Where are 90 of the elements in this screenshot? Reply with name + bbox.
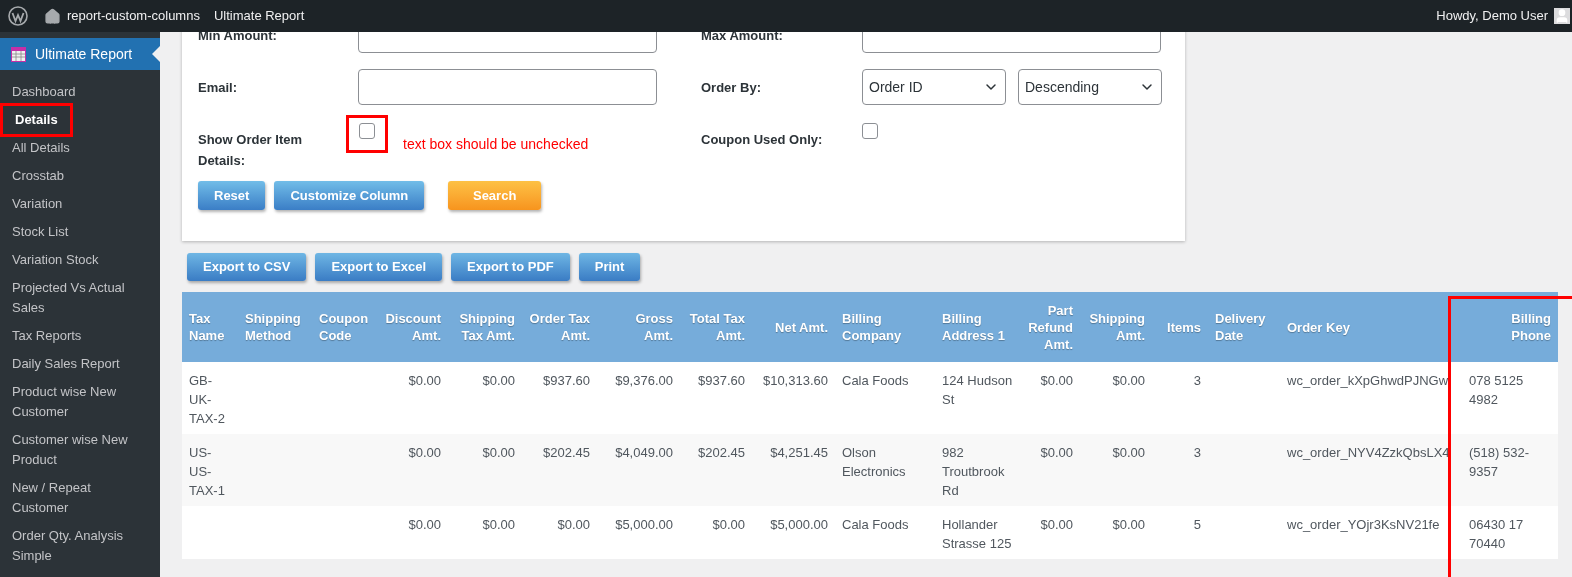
sidebar-item[interactable]: Order Qty. Analysis Simple [0, 522, 160, 570]
checkbox[interactable] [862, 123, 878, 139]
sidebar-item[interactable]: New / Repeat Customer [0, 474, 160, 522]
sidebar-item[interactable]: All Details [0, 134, 160, 162]
table-cell: wc_order_YOjr3KsNV21fe [1287, 517, 1440, 532]
column-header: Billing Company [835, 292, 935, 362]
table-cell: $0.00 [1040, 373, 1073, 388]
table-cell: Cala Foods [842, 373, 909, 388]
table-cell: $0.00 [712, 517, 745, 532]
sidebar-item[interactable]: Details [0, 103, 73, 137]
field-label: Order By: [701, 79, 762, 97]
table-cell: wc_order_kXpGhwdPJNGw [1287, 373, 1449, 388]
field-label: Show Order Item Details: [198, 131, 304, 170]
table-cell: GB-UK-TAX-2 [189, 373, 225, 426]
input-field[interactable] [358, 69, 657, 105]
sidebar-item[interactable]: Dashboard [0, 78, 160, 106]
table-cell: $0.00 [1112, 373, 1145, 388]
sidebar-item[interactable]: Daily Sales Report [0, 350, 160, 378]
column-header: Coupon Code [312, 292, 375, 362]
table-cell: $5,000.00 [770, 517, 828, 532]
dropdown[interactable]: Descending [1018, 69, 1162, 105]
table-cell: Hollander Strasse 125 [942, 517, 1012, 551]
table-cell: Olson Electronics [842, 445, 906, 479]
column-header: Shipping Method [238, 292, 312, 362]
logo-icon[interactable] [8, 6, 28, 26]
dropdown[interactable]: Order ID [862, 69, 1006, 105]
table-cell: $9,376.00 [615, 373, 673, 388]
checkbox[interactable] [359, 123, 375, 139]
column-header: Shipping Amt. [1080, 292, 1152, 362]
table-cell: $5,000.00 [615, 517, 673, 532]
sidebar-item[interactable]: Variation [0, 190, 160, 218]
table-icon [11, 46, 26, 62]
table-cell: $0.00 [408, 445, 441, 460]
table-cell: 078 5125 4982 [1469, 373, 1524, 407]
table-cell: $0.00 [408, 373, 441, 388]
sidebar-item[interactable]: Projected Vs Actual Sales [0, 274, 160, 322]
table-cell: $0.00 [1040, 445, 1073, 460]
table-cell: 5 [1193, 517, 1201, 532]
table-cell: $0.00 [1040, 517, 1073, 532]
table-cell: $0.00 [482, 517, 515, 532]
column-header: Shipping Tax Amt. [448, 292, 522, 362]
table-cell: $0.00 [482, 445, 515, 460]
table-cell: $0.00 [482, 373, 515, 388]
column-header: Billing Phone [1462, 292, 1558, 362]
sidebar-item[interactable]: Product wise New Customer [0, 378, 160, 426]
column-header: Net Amt. [752, 292, 835, 362]
sidebar-menu-header[interactable]: Ultimate Report [0, 38, 160, 70]
table-cell: $0.00 [408, 517, 441, 532]
field-label: Coupon Used Only: [701, 131, 824, 149]
column-header: Part Refund Amt. [1020, 292, 1080, 362]
site-name-link[interactable]: report-custom-columns [67, 6, 200, 26]
table-cell: US-US-TAX-1 [189, 445, 225, 498]
table-cell: $0.00 [1112, 445, 1145, 460]
sidebar-item[interactable]: Stock List [0, 218, 160, 246]
sidebar-item[interactable]: Customer wise New Product [0, 426, 160, 474]
sidebar-item[interactable]: Crosstab [0, 162, 160, 190]
table-cell: 982 Troutbrook Rd [942, 445, 1005, 498]
column-header: Total Tax Amt. [680, 292, 752, 362]
sidebar-item[interactable]: Tax Reports [0, 322, 160, 350]
home-icon[interactable] [44, 7, 61, 25]
column-header: Gross Amt. [597, 292, 680, 362]
table-cell: $0.00 [557, 517, 590, 532]
table-cell: $937.60 [698, 373, 745, 388]
table-cell: $937.60 [543, 373, 590, 388]
column-header: Order Key [1280, 292, 1462, 362]
menu-pointer [152, 46, 160, 62]
table-cell: $202.45 [698, 445, 745, 460]
column-header: Billing Address 1 [935, 292, 1020, 362]
column-header: Delivery Date [1208, 292, 1280, 362]
column-header: Items [1152, 292, 1208, 362]
column-header: Tax Name [182, 292, 238, 362]
table-cell: 124 Hudson St [942, 373, 1013, 407]
column-header: Order Tax Amt. [522, 292, 597, 362]
field-label: Email: [198, 79, 238, 97]
table-cell: 3 [1193, 373, 1201, 388]
greeting-link[interactable]: Howdy, Demo User [1436, 6, 1548, 26]
table-cell: $4,049.00 [615, 445, 673, 460]
table-cell: (518) 532-9357 [1469, 445, 1529, 479]
table-cell: 06430 17 70440 [1469, 517, 1524, 551]
table-cell: Cala Foods [842, 517, 909, 532]
table-cell: $202.45 [543, 445, 590, 460]
table-cell: $10,313.60 [762, 373, 828, 388]
table-cell: wc_order_NYV4ZzkQbsLX4 [1287, 445, 1450, 460]
annotation-note: text box should be unchecked [403, 135, 589, 154]
table-cell: 3 [1193, 445, 1201, 460]
admin-bar-link[interactable]: Ultimate Report [213, 6, 305, 26]
column-header: Discount Amt. [375, 292, 448, 362]
sidebar-item[interactable]: Variation Stock [0, 246, 160, 274]
table-cell: $4,251.45 [770, 445, 828, 460]
table-cell: $0.00 [1112, 517, 1145, 532]
